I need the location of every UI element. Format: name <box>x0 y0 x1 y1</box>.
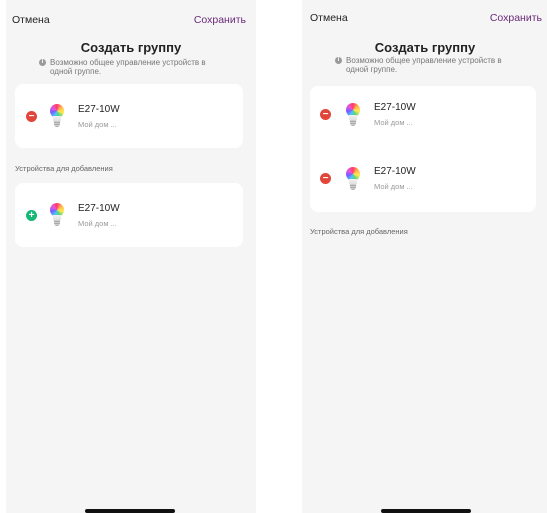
list-item: − E27-10W Мой дом ... <box>310 92 536 140</box>
group-devices-card: − E27-10W Мой дом ... <box>15 84 243 148</box>
rgb-bulb-icon <box>50 104 64 128</box>
list-item: − E27-10W Мой дом ... <box>15 92 243 140</box>
list-item: − E27-10W Мой дом ... <box>310 156 536 204</box>
device-room: Мой дом ... <box>78 120 117 129</box>
page-title: Создать группу <box>80 40 182 55</box>
remove-device-icon[interactable]: − <box>320 109 331 120</box>
home-indicator <box>381 509 471 513</box>
info-hint: i Возможно общее управление устройств в … <box>335 56 502 74</box>
device-room: Мой дом ... <box>78 219 117 228</box>
remove-device-icon[interactable]: − <box>320 173 331 184</box>
device-name: E27-10W <box>374 102 416 113</box>
hint-line-2: одной группе. <box>346 65 398 74</box>
rgb-bulb-icon <box>50 203 64 227</box>
home-indicator <box>85 509 175 513</box>
cancel-button[interactable]: Отмена <box>310 12 348 24</box>
section-label-available: Устройства для добавления <box>15 164 113 173</box>
create-group-screen-after: Отмена Сохранить Создать группу i Возмож… <box>302 0 547 513</box>
available-devices-card: + E27-10W Мой дом ... <box>15 183 243 247</box>
list-item: + E27-10W Мой дом ... <box>15 191 243 239</box>
hint-line-2: одной группе. <box>50 67 102 76</box>
hint-line-1: Возможно общее управление устройств в <box>50 58 206 67</box>
device-name: E27-10W <box>374 166 416 177</box>
device-room: Мой дом ... <box>374 118 413 127</box>
hint-line-1: Возможно общее управление устройств в <box>346 56 502 65</box>
info-hint: i Возможно общее управление устройств в … <box>39 58 206 76</box>
device-name: E27-10W <box>78 104 120 115</box>
create-group-screen-before: Отмена Сохранить Создать группу i Возмож… <box>6 0 256 513</box>
save-button[interactable]: Сохранить <box>490 12 542 24</box>
remove-device-icon[interactable]: − <box>26 111 37 122</box>
rgb-bulb-icon <box>346 103 360 127</box>
rgb-bulb-icon <box>346 167 360 191</box>
device-name: E27-10W <box>78 203 120 214</box>
info-icon: i <box>335 57 342 64</box>
group-devices-card: − E27-10W Мой дом ... − E27-10W Мой дом … <box>310 86 536 212</box>
info-icon: i <box>39 59 46 66</box>
section-label-available: Устройства для добавления <box>310 227 408 236</box>
cancel-button[interactable]: Отмена <box>12 14 50 26</box>
top-bar: Отмена Сохранить <box>6 10 256 32</box>
device-room: Мой дом ... <box>374 182 413 191</box>
add-device-icon[interactable]: + <box>26 210 37 221</box>
page-title: Создать группу <box>374 40 476 55</box>
top-bar: Отмена Сохранить <box>302 10 547 32</box>
save-button[interactable]: Сохранить <box>194 14 246 26</box>
